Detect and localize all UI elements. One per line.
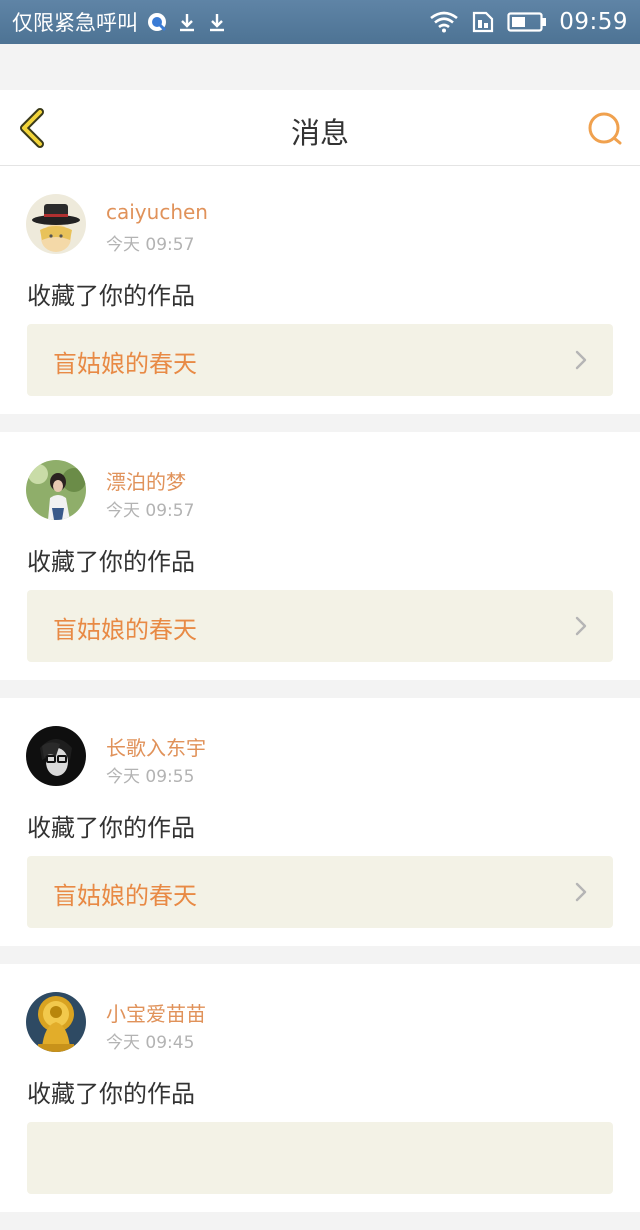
message-list: caiyuchen 今天 09:57 收藏了你的作品 盲姑娘的春天 漂泊的梦 今… xyxy=(0,166,640,1230)
work-link[interactable]: 盲姑娘的春天 xyxy=(27,590,613,662)
avatar[interactable] xyxy=(26,460,86,520)
action-text: 收藏了你的作品 xyxy=(27,1080,195,1108)
avatar[interactable] xyxy=(26,726,86,786)
username[interactable]: 长歌入东宇 xyxy=(106,732,206,761)
navigation-header: 消息 xyxy=(0,90,640,166)
status-left: 仅限紧急呼叫 xyxy=(12,7,228,37)
chevron-right-icon xyxy=(575,350,587,370)
username[interactable]: 漂泊的梦 xyxy=(106,466,186,495)
work-title: 盲姑娘的春天 xyxy=(53,616,197,644)
clock: 09:59 xyxy=(559,9,628,35)
timestamp: 今天 09:55 xyxy=(106,767,195,787)
avatar[interactable] xyxy=(26,992,86,1052)
work-title: 盲姑娘的春天 xyxy=(53,882,197,910)
status-right: 09:59 xyxy=(429,9,628,35)
wifi-icon xyxy=(430,11,458,33)
timestamp: 今天 09:57 xyxy=(106,501,195,521)
action-text: 收藏了你的作品 xyxy=(27,548,195,576)
status-bar: 仅限紧急呼叫 09:59 xyxy=(0,0,640,44)
page-title: 消息 xyxy=(290,116,349,150)
top-spacer xyxy=(0,44,640,90)
dark-avatar-icon xyxy=(26,726,86,786)
carrier-label: 仅限紧急呼叫 xyxy=(12,11,138,35)
username[interactable]: 小宝爱苗苗 xyxy=(106,998,206,1027)
photo-avatar-icon xyxy=(26,460,86,520)
search-icon xyxy=(588,112,622,145)
message-card: 漂泊的梦 今天 09:57 收藏了你的作品 盲姑娘的春天 xyxy=(0,432,640,680)
timestamp: 今天 09:45 xyxy=(106,1033,195,1053)
work-title: 盲姑娘的春天 xyxy=(53,350,197,378)
search-button[interactable] xyxy=(586,110,624,148)
message-card: 长歌入东宇 今天 09:55 收藏了你的作品 盲姑娘的春天 xyxy=(0,698,640,946)
work-link[interactable]: 盲姑娘的春天 xyxy=(27,324,613,396)
chevron-right-icon xyxy=(575,616,587,636)
work-link[interactable] xyxy=(27,1122,613,1194)
avatar[interactable] xyxy=(26,194,86,254)
buddha-avatar-icon xyxy=(26,992,86,1052)
message-card: 小宝爱苗苗 今天 09:45 收藏了你的作品 xyxy=(0,964,640,1212)
message-card: caiyuchen 今天 09:57 收藏了你的作品 盲姑娘的春天 xyxy=(0,166,640,414)
username[interactable]: caiyuchen xyxy=(106,200,208,224)
action-text: 收藏了你的作品 xyxy=(27,282,195,310)
timestamp: 今天 09:57 xyxy=(106,235,195,255)
work-link[interactable]: 盲姑娘的春天 xyxy=(27,856,613,928)
chevron-right-icon xyxy=(575,882,587,902)
anime-avatar-icon xyxy=(26,194,86,254)
sim-icon xyxy=(473,11,494,33)
battery-icon xyxy=(507,12,547,32)
action-text: 收藏了你的作品 xyxy=(27,814,195,842)
download-icon xyxy=(210,14,224,32)
browser-icon xyxy=(148,13,167,32)
download-icon xyxy=(180,14,194,32)
